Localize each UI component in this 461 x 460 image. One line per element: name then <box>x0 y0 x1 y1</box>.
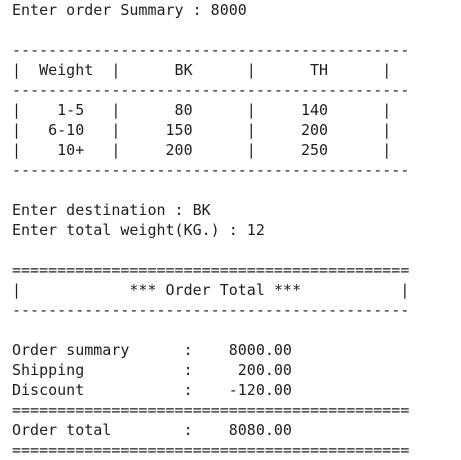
order-total-banner: | *** Order Total *** | <box>12 281 410 299</box>
order-summary-line: Order summary : 8000.00 <box>12 341 292 359</box>
table-row: | 10+ | 200 | 250 | <box>12 141 392 159</box>
table-header-row: | Weight | BK | TH | <box>12 61 392 79</box>
prompt-order-summary: Enter order Summary : 8000 <box>12 1 247 19</box>
order-total-line: Order total : 8080.00 <box>12 421 292 439</box>
total-divider: ========================================… <box>12 401 410 419</box>
table-bottom-border: ----------------------------------------… <box>12 161 410 179</box>
console-output: Enter order Summary : 8000 -------------… <box>0 0 461 460</box>
discount-line: Discount : -120.00 <box>12 381 292 399</box>
prompt-total-weight: Enter total weight(KG.) : 12 <box>12 221 265 239</box>
banner-bottom-border: ----------------------------------------… <box>12 301 410 319</box>
table-row: | 1-5 | 80 | 140 | <box>12 101 392 119</box>
prompt-destination: Enter destination : BK <box>12 201 211 219</box>
final-divider: ========================================… <box>12 441 410 459</box>
table-top-border: ----------------------------------------… <box>12 41 410 59</box>
banner-top-border: ========================================… <box>12 261 410 279</box>
table-header-divider: ----------------------------------------… <box>12 81 410 99</box>
shipping-line: Shipping : 200.00 <box>12 361 292 379</box>
table-row: | 6-10 | 150 | 200 | <box>12 121 392 139</box>
